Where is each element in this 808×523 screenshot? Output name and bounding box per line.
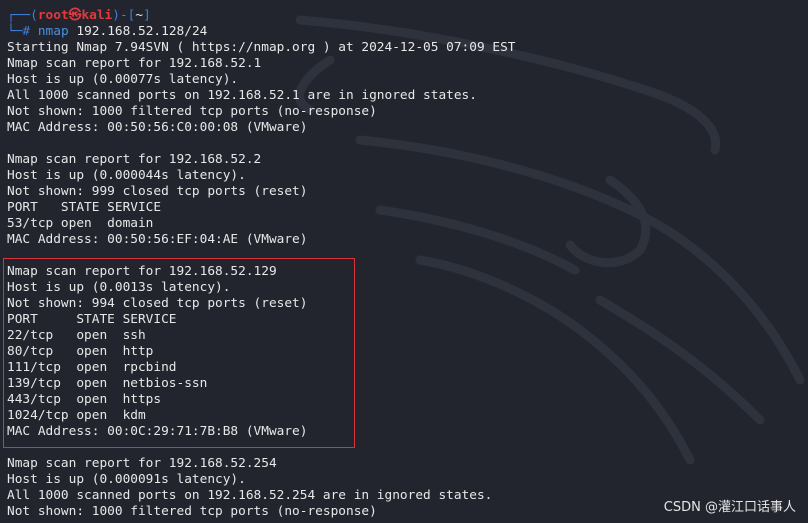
prompt-dir-close: ] [143, 8, 151, 23]
output-line: Host is up (0.0013s latency). [7, 280, 231, 295]
prompt-cwd: ~ [135, 8, 144, 23]
output-line: 80/tcp open http [7, 344, 154, 359]
prompt-corner-top: ┌──( [7, 8, 38, 23]
command-name: nmap [37, 24, 69, 39]
output-line: Nmap scan report for 192.168.52.254 [7, 456, 277, 471]
output-line: Host is up (0.000044s latency). [7, 168, 246, 183]
terminal-window[interactable]: ┌──(root㉿kali)-[~] └─# nmap 192.168.52.1… [0, 0, 808, 523]
prompt-dir-open: )-[ [112, 8, 136, 23]
output-line: MAC Address: 00:50:56:EF:04:AE (VMware) [7, 232, 308, 247]
csdn-watermark: CSDN @灌江口话事人 [663, 500, 796, 515]
output-line: Nmap scan report for 192.168.52.1 [7, 56, 262, 71]
terminal-output: ┌──(root㉿kali)-[~] └─# nmap 192.168.52.1… [7, 8, 808, 520]
output-line: Host is up (0.000091s latency). [7, 472, 246, 487]
output-line: 443/tcp open https [7, 392, 162, 407]
output-line: 139/tcp open netbios-ssn [7, 376, 208, 391]
output-line: 111/tcp open rpcbind [7, 360, 177, 375]
output-line: Not shown: 999 closed tcp ports (reset) [7, 184, 308, 199]
prompt-user-host: root㉿kali [37, 8, 113, 23]
output-line: Not shown: 994 closed tcp ports (reset) [7, 296, 308, 311]
output-line: Host is up (0.00077s latency). [7, 72, 239, 87]
command-line[interactable]: └─# nmap 192.168.52.128/24 [7, 24, 808, 40]
output-line: Nmap scan report for 192.168.52.2 [7, 152, 262, 167]
prompt-line: ┌──(root㉿kali)-[~] [7, 8, 808, 24]
output-line: Not shown: 1000 filtered tcp ports (no-r… [7, 104, 377, 119]
prompt-symbol: # [22, 24, 38, 39]
output-line: 22/tcp open ssh [7, 328, 146, 343]
command-argument: 192.168.52.128/24 [68, 24, 208, 39]
output-line: PORT STATE SERVICE [7, 200, 162, 215]
output-line: MAC Address: 00:50:56:C0:00:08 (VMware) [7, 120, 308, 135]
output-line: 1024/tcp open kdm [7, 408, 146, 423]
output-line: 53/tcp open domain [7, 216, 154, 231]
output-line: All 1000 scanned ports on 192.168.52.1 a… [7, 88, 477, 103]
output-line: Nmap scan report for 192.168.52.129 [7, 264, 277, 279]
output-line: Starting Nmap 7.94SVN ( https://nmap.org… [7, 40, 516, 55]
output-line: MAC Address: 00:0C:29:71:7B:B8 (VMware) [7, 424, 308, 439]
prompt-corner-bottom: └─ [7, 24, 23, 39]
output-line: PORT STATE SERVICE [7, 312, 177, 327]
